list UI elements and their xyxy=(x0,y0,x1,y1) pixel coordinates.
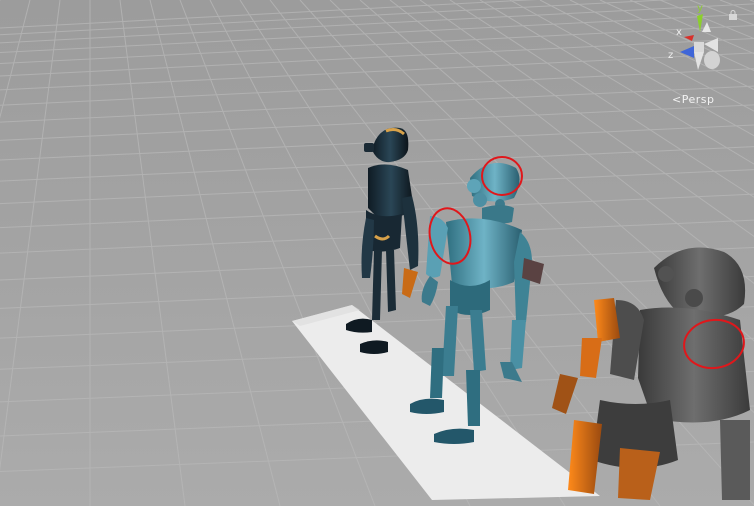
gizmo-y-label: y xyxy=(697,3,703,14)
gizmo-y-cone[interactable] xyxy=(697,14,703,32)
scene-viewport[interactable]: y x z <Persp xyxy=(0,0,754,506)
projection-toggle[interactable]: <Persp xyxy=(672,93,714,106)
gizmo-x-label: x xyxy=(676,27,682,38)
gizmo-center-cube[interactable] xyxy=(694,42,704,52)
gizmo-x-cone[interactable] xyxy=(684,35,694,41)
gizmo-neg-y-cone[interactable] xyxy=(694,52,704,70)
scene-canvas[interactable] xyxy=(0,0,754,506)
gizmo-z-cone[interactable] xyxy=(680,46,694,58)
gizmo-z-label: z xyxy=(668,50,673,61)
lock-icon[interactable] xyxy=(728,10,738,20)
gizmo-neg-z-cone[interactable] xyxy=(704,51,720,69)
gizmo-neg-x-cone[interactable] xyxy=(704,38,718,52)
